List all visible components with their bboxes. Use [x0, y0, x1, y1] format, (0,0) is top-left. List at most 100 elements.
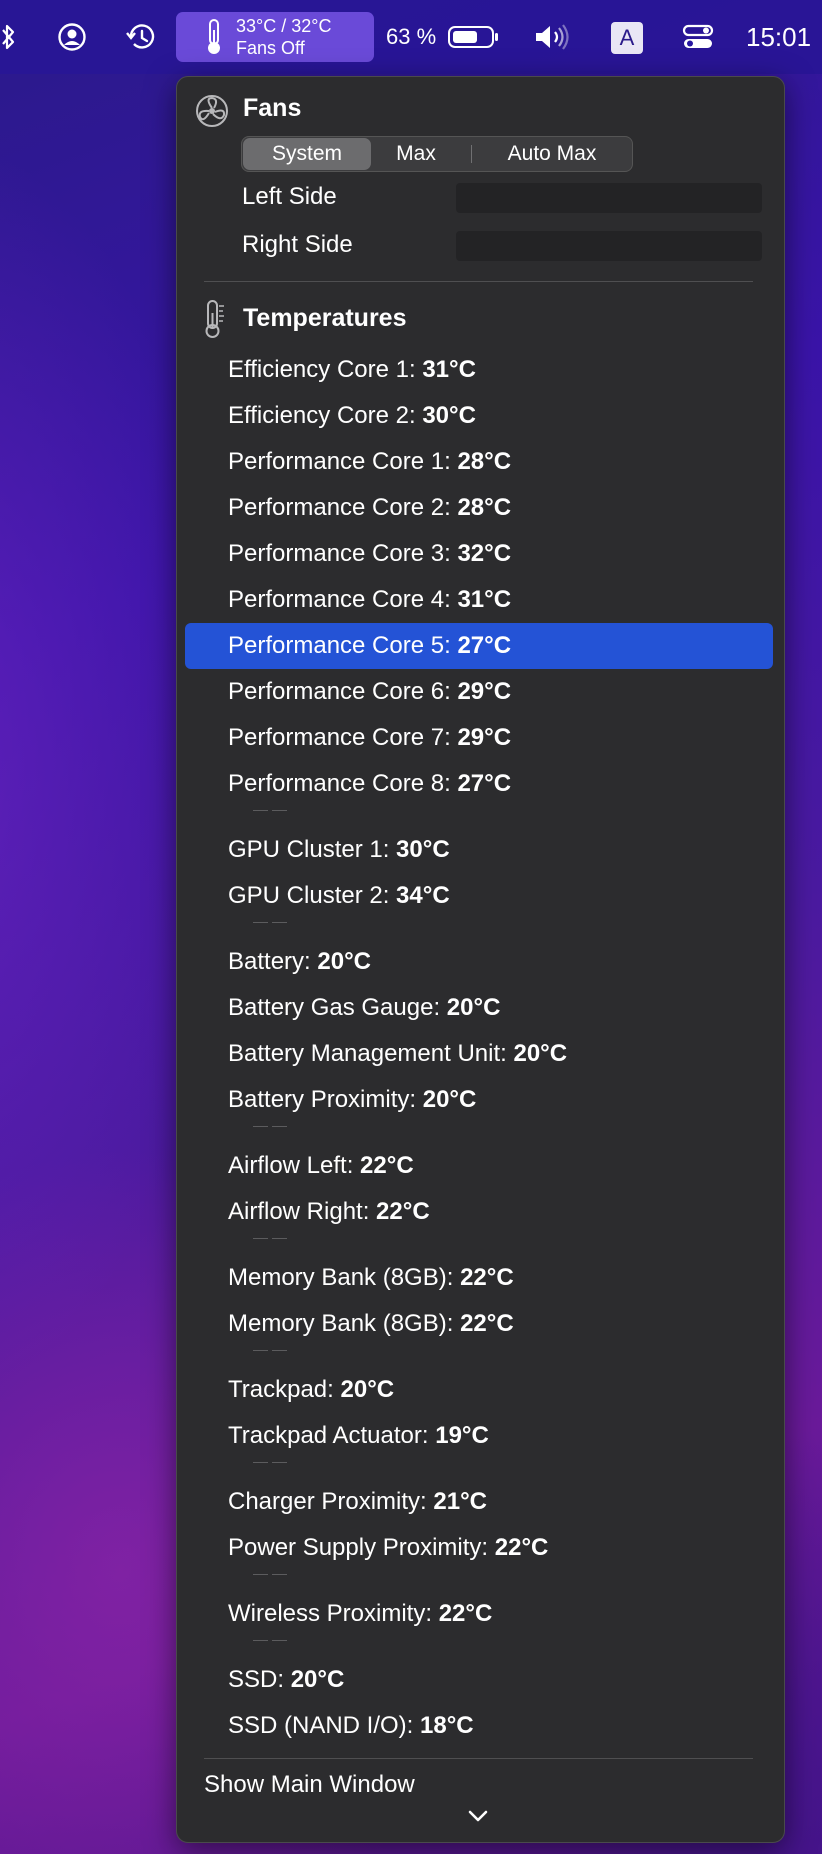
temperature-row[interactable]: Power Supply Proximity: 22°C [185, 1525, 773, 1571]
fan-mode-max-button[interactable]: Max [374, 137, 458, 171]
sensor-value: 29°C [457, 678, 512, 705]
sensor-value: 20°C [317, 948, 371, 975]
temperature-row[interactable]: Performance Core 4: 31°C [185, 577, 773, 623]
temperature-row[interactable]: Battery: 20°C [185, 939, 773, 985]
fan-mode-auto-max-button[interactable]: Auto Max [474, 137, 630, 171]
right-fan-speed-slider[interactable] [456, 231, 762, 261]
sensor-value: 22°C [376, 1198, 430, 1225]
temperature-sensor-text: Memory Bank (8GB): 22°C [228, 1255, 514, 1301]
sensor-label: Performance Core 8: [228, 770, 458, 797]
sensor-label: Performance Core 1: [228, 448, 458, 475]
temperature-readout: 33°C / 32°C [236, 16, 332, 36]
temperature-sensor-text: Performance Core 1: 28°C [228, 439, 511, 485]
sensor-value: 22°C [460, 1310, 514, 1337]
temperature-sensor-text: SSD: 20°C [228, 1657, 344, 1703]
temperature-row[interactable]: Performance Core 2: 28°C [185, 485, 773, 531]
temperature-sensor-text: Airflow Right: 22°C [228, 1189, 430, 1235]
menubar-clock[interactable]: 15:01 [746, 0, 811, 74]
temperature-sensor-text: Charger Proximity: 21°C [228, 1479, 487, 1525]
sensor-value: 29°C [457, 724, 512, 751]
temperature-row[interactable]: Efficiency Core 1: 31°C [185, 347, 773, 393]
control-center-icon[interactable] [680, 0, 716, 74]
temperature-row[interactable]: Efficiency Core 2: 30°C [185, 393, 773, 439]
left-fan-speed-slider[interactable] [456, 183, 762, 213]
time-machine-icon[interactable] [120, 0, 162, 74]
temperature-sensor-text: Wireless Proximity: 22°C [228, 1591, 492, 1637]
sensor-label: Efficiency Core 2: [228, 402, 423, 429]
show-main-window-item[interactable]: Show Main Window [204, 1771, 415, 1799]
sensor-value: 19°C [435, 1422, 489, 1449]
right-fan-label: Right Side [242, 231, 353, 258]
sensor-value: 22°C [438, 1600, 493, 1627]
temperature-row[interactable]: GPU Cluster 2: 34°C [185, 873, 773, 919]
sensor-value: 28°C [457, 448, 512, 475]
battery-percentage[interactable]: 63 % [386, 0, 436, 74]
temperature-row[interactable]: Wireless Proximity: 22°C [185, 1591, 773, 1637]
sensor-label: Battery Proximity: [228, 1086, 423, 1113]
sensor-label: Memory Bank (8GB): [228, 1264, 461, 1291]
temperature-row[interactable]: Performance Core 7: 29°C [185, 715, 773, 761]
input-source-icon[interactable]: A [611, 22, 643, 54]
sensor-label: Wireless Proximity: [228, 1600, 439, 1627]
sensor-value: 20°C [290, 1666, 345, 1693]
temperature-row[interactable]: Performance Core 6: 29°C [185, 669, 773, 715]
sensor-label: Performance Core 5: [228, 632, 458, 659]
temperature-row[interactable]: Performance Core 8: 27°C [185, 761, 773, 807]
sensor-label: Battery: [228, 948, 318, 975]
temperature-sensor-text: Trackpad Actuator: 19°C [228, 1413, 489, 1459]
fan-mode-system-button[interactable]: System [243, 138, 371, 170]
temperature-sensor-text: Performance Core 6: 29°C [228, 669, 511, 715]
temperature-row[interactable]: Battery Proximity: 20°C [185, 1077, 773, 1123]
temperature-row[interactable]: Charger Proximity: 21°C [185, 1479, 773, 1525]
sensor-label: Performance Core 7: [228, 724, 458, 751]
chevron-down-icon[interactable] [467, 1809, 489, 1828]
temperature-sensor-text: GPU Cluster 2: 34°C [228, 873, 450, 919]
temperature-sensor-text: Airflow Left: 22°C [228, 1143, 414, 1189]
group-separator [253, 1350, 287, 1352]
volume-icon[interactable] [530, 0, 574, 74]
section-divider [204, 281, 753, 282]
temperature-row[interactable]: Airflow Left: 22°C [185, 1143, 773, 1189]
sensor-value: 34°C [396, 882, 450, 909]
temperature-row[interactable]: Battery Management Unit: 20°C [185, 1031, 773, 1077]
group-separator [253, 1574, 287, 1576]
temperature-row[interactable]: Memory Bank (8GB): 22°C [185, 1301, 773, 1347]
temperature-row[interactable]: Performance Core 1: 28°C [185, 439, 773, 485]
temperature-row[interactable]: SSD: 20°C [185, 1657, 773, 1703]
temperature-sensor-text: Memory Bank (8GB): 22°C [228, 1301, 514, 1347]
temperature-sensor-text: Trackpad: 20°C [228, 1367, 394, 1413]
sensor-label: GPU Cluster 1: [228, 836, 397, 863]
fan-status: Fans Off [236, 38, 305, 58]
sensor-label: GPU Cluster 2: [228, 882, 397, 909]
sensor-value: 20°C [422, 1086, 477, 1113]
sensor-value: 22°C [360, 1152, 414, 1179]
group-separator [253, 1126, 287, 1128]
temperature-row-selected[interactable]: Performance Core 5: 27°C [185, 623, 773, 669]
sensor-value: 31°C [422, 356, 476, 383]
sensor-value: 20°C [446, 994, 501, 1021]
temperature-row[interactable]: SSD (NAND I/O): 18°C [185, 1703, 773, 1749]
temperature-row[interactable]: Trackpad: 20°C [185, 1367, 773, 1413]
fans-section-title: Fans [243, 94, 302, 122]
sensor-label: SSD: [228, 1666, 291, 1693]
thermometer-icon [204, 18, 224, 61]
sensor-label: Performance Core 6: [228, 678, 458, 705]
temperature-sensor-text: Battery Proximity: 20°C [228, 1077, 476, 1123]
sensor-label: Performance Core 4: [228, 586, 458, 613]
temperature-sensor-text: Battery Gas Gauge: 20°C [228, 985, 500, 1031]
temperature-row[interactable]: Battery Gas Gauge: 20°C [185, 985, 773, 1031]
temperature-status-item[interactable]: 33°C / 32°C Fans Off [176, 12, 374, 62]
temperature-row[interactable]: Trackpad Actuator: 19°C [185, 1413, 773, 1459]
temperature-row[interactable]: Memory Bank (8GB): 22°C [185, 1255, 773, 1301]
fan-mode-segmented-control: System Max Auto Max [241, 136, 633, 172]
bluetooth-icon[interactable] [0, 0, 16, 74]
temperature-row[interactable]: Performance Core 3: 32°C [185, 531, 773, 577]
user-icon[interactable] [52, 0, 92, 74]
temperature-row[interactable]: GPU Cluster 1: 30°C [185, 827, 773, 873]
battery-icon[interactable] [446, 0, 502, 74]
section-divider [204, 1758, 753, 1759]
temperature-row[interactable]: Airflow Right: 22°C [185, 1189, 773, 1235]
sensor-value: 20°C [340, 1376, 395, 1403]
sensor-label: SSD (NAND I/O): [228, 1712, 421, 1739]
temperature-sensor-text: SSD (NAND I/O): 18°C [228, 1703, 474, 1749]
